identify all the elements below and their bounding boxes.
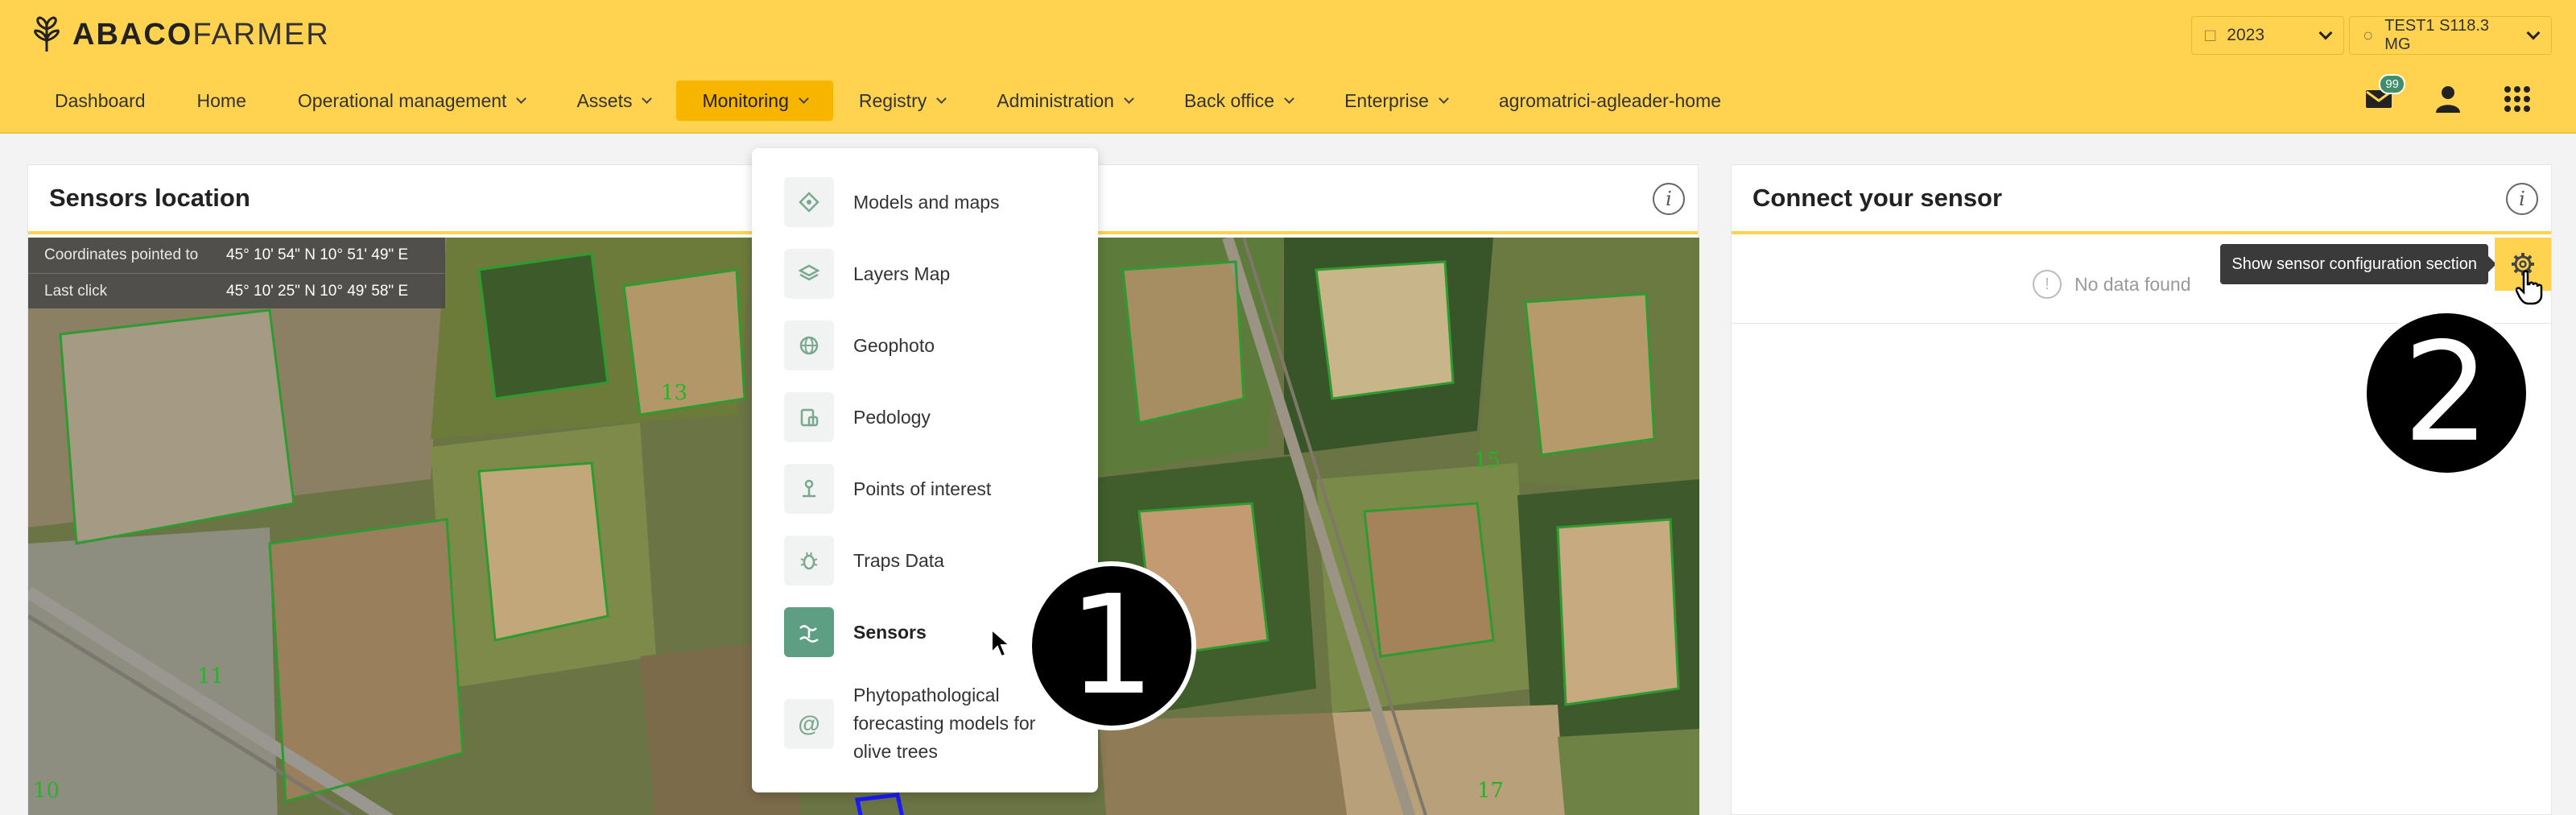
pedology-icon [784,392,834,442]
last-click-value: 45° 10' 25" N 10° 49' 58" E [226,282,409,300]
last-click-row: Last click 45° 10' 25" N 10° 49' 58" E [28,273,445,308]
menu-item-label: Traps Data [853,549,944,571]
profile-button[interactable] [2429,81,2467,118]
notification-badge: 99 [2379,74,2405,94]
apps-menu-button[interactable] [2499,81,2536,118]
chevron-down-icon [2526,26,2541,40]
info-icon[interactable]: i [1653,183,1685,215]
menu-item-label: Geophoto [853,334,935,356]
menu-item-sensors[interactable]: Sensors [784,607,927,657]
chevron-down-icon [1439,93,1449,104]
menu-item-label: Models and maps [853,191,1000,213]
nav-operational-management[interactable]: Operational management [272,81,551,121]
menu-item-label: Points of interest [853,478,992,499]
chevron-down-icon [1124,93,1134,104]
menu-item-label: Pedology [853,406,931,428]
info-circle-icon: ! [2033,270,2062,299]
leaf-logo-icon [34,16,60,52]
nav-enterprise[interactable]: Enterprise [1319,81,1473,121]
grid-icon [2504,86,2530,112]
calendar-icon: □ [2205,25,2216,45]
map-label: 11 [197,664,225,689]
info-icon[interactable]: i [2506,183,2538,215]
models-icon [784,177,834,227]
menu-item-layers-map[interactable]: Layers Map [784,249,950,299]
sensor-icon [784,607,834,657]
tooltip: Show sensor configuration section [2220,244,2496,284]
main-nav: Dashboard Home Operational management As… [29,81,1747,121]
coords-value: 45° 10' 54" N 10° 51' 49" E [226,246,409,263]
map-label: 13 [661,381,688,405]
chevron-down-icon [1284,93,1294,104]
map-label: 17 [1477,779,1505,803]
last-click-label: Last click [44,282,108,300]
user-outline-icon: ○ [2363,25,2374,45]
menu-item-geophoto[interactable]: Geophoto [784,321,935,370]
empty-text: No data found [2074,273,2191,295]
nav-administration[interactable]: Administration [971,81,1158,121]
nav-agromatrici-home[interactable]: agromatrici-agleader-home [1473,81,1747,121]
nav-back-office[interactable]: Back office [1158,81,1319,121]
logo-text: ABACOFARMER [72,17,330,52]
menu-item-models-and-maps[interactable]: Models and maps [784,177,1000,227]
chevron-down-icon [516,93,527,104]
mouse-pointer-icon [991,628,1011,658]
nav-registry[interactable]: Registry [833,81,971,121]
menu-item-label: Sensors [853,621,927,643]
coords-row: Coordinates pointed to 45° 10' 54" N 10°… [28,238,445,273]
coordinates-overlay: Coordinates pointed to 45° 10' 54" N 10°… [28,238,445,308]
nav-assets[interactable]: Assets [551,81,676,121]
map-label: 15 [1474,449,1501,473]
step-marker-2: 2 [2362,308,2531,478]
person-icon [2436,86,2460,113]
nav-right-tools: 99 [2360,74,2536,118]
menu-item-label: Phytopathological forecasting models for… [853,685,1036,762]
panel-title: Sensors location [49,184,250,212]
step-marker-1: 1 [1027,561,1196,730]
map-label: 10 [33,779,60,803]
hand-cursor-icon [2516,270,2543,305]
connect-sensor-panel: Connect your sensor i ! No data found Sh… [1731,164,2552,815]
menu-item-label: Layers Map [853,263,951,284]
chevron-down-icon [642,93,653,104]
notifications-button[interactable]: 99 [2360,74,2405,118]
panel-header: Connect your sensor i [1732,165,2551,234]
year-value: 2023 [2227,26,2265,44]
coords-label: Coordinates pointed to [44,246,199,263]
globe-icon [784,321,834,370]
nav-dashboard[interactable]: Dashboard [29,81,171,121]
menu-item-phytopathological[interactable]: @ Phytopathological forecasting models f… [784,681,1063,766]
year-selector[interactable]: □ 2023 [2191,16,2344,55]
at-icon: @ [784,698,834,749]
menu-item-points-of-interest[interactable]: Points of interest [784,464,991,514]
empty-state: ! No data found [2033,270,2191,299]
bug-icon [784,536,834,585]
app-logo[interactable]: ABACOFARMER [29,16,330,53]
chevron-down-icon [2318,26,2333,40]
menu-item-traps-data[interactable]: Traps Data [784,536,944,585]
user-name: TEST1 S118.3 MG [2384,17,2489,53]
pin-icon [784,464,834,514]
top-bar: ABACOFARMER □ 2023 ○ TEST1 S118.3 MG Das… [0,0,2576,134]
menu-item-pedology[interactable]: Pedology [784,392,931,442]
chevron-down-icon [936,93,947,104]
panel-title: Connect your sensor [1752,184,2003,212]
nav-monitoring[interactable]: Monitoring [676,81,833,121]
layers-icon [784,249,834,299]
chevron-down-icon [799,93,809,104]
nav-home[interactable]: Home [171,81,272,121]
user-selector[interactable]: ○ TEST1 S118.3 MG [2349,16,2552,55]
